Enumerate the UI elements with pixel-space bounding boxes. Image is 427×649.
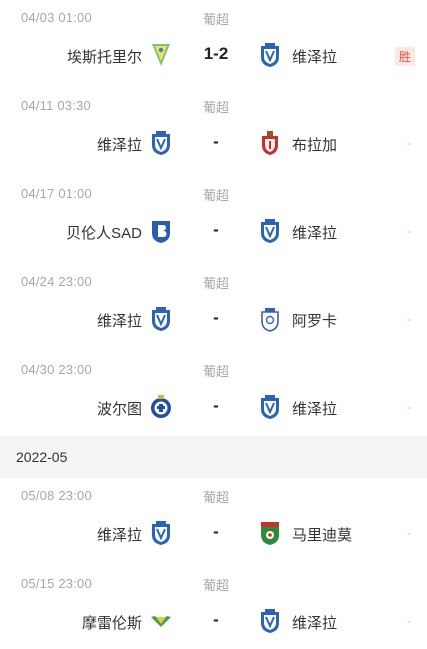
- arouca-crest-icon: [259, 306, 281, 332]
- match-row[interactable]: 04/24 23:00 葡超 维泽拉 - 阿罗卡 -: [0, 264, 427, 352]
- match-row[interactable]: 04/30 23:00 葡超 波尔图 - 维泽拉 -: [0, 352, 427, 440]
- vizela-crest-icon: [259, 608, 281, 634]
- match-league: 葡超: [203, 578, 230, 593]
- away-team-name[interactable]: 维泽拉: [292, 222, 337, 243]
- vizela-crest-icon: [150, 520, 172, 546]
- away-team-name[interactable]: 维泽拉: [292, 398, 337, 419]
- match-league: 葡超: [203, 490, 230, 505]
- match-score: -: [213, 396, 219, 415]
- away-team-name[interactable]: 布拉加: [292, 134, 337, 155]
- moreirense-crest-icon: [150, 608, 172, 634]
- porto-crest-icon: [150, 394, 172, 420]
- away-team-name[interactable]: 马里迪莫: [292, 524, 352, 545]
- result-badge-win: 胜: [394, 47, 415, 66]
- match-date: 04/03 01:00: [21, 10, 92, 25]
- match-row[interactable]: 05/15 23:00 葡超 摩雷伦斯 - 维泽拉 -: [0, 566, 427, 649]
- home-team-name[interactable]: 摩雷伦斯: [82, 612, 142, 633]
- away-team-name[interactable]: 阿罗卡: [292, 310, 337, 331]
- match-date: 05/08 23:00: [21, 488, 92, 503]
- match-league: 葡超: [203, 12, 230, 27]
- match-row[interactable]: 05/08 23:00 葡超 维泽拉 - 马里迪莫 -: [0, 478, 427, 566]
- match-league: 葡超: [203, 276, 230, 291]
- away-team-name[interactable]: 维泽拉: [292, 46, 337, 67]
- maritimo-crest-icon: [259, 520, 281, 546]
- home-team-name[interactable]: 维泽拉: [97, 134, 142, 155]
- match-row[interactable]: 04/17 01:00 葡超 贝伦人SAD - 维泽拉 -: [0, 176, 427, 264]
- match-date: 05/15 23:00: [21, 576, 92, 591]
- home-team-name[interactable]: 维泽拉: [97, 524, 142, 545]
- result-placeholder: -: [407, 312, 411, 326]
- result-placeholder: -: [407, 614, 411, 628]
- match-league: 葡超: [203, 100, 230, 115]
- result-placeholder: -: [407, 400, 411, 414]
- match-score: -: [213, 220, 219, 239]
- match-score: -: [213, 522, 219, 541]
- braga-crest-icon: [259, 130, 281, 156]
- belenenses-crest-icon: [150, 218, 172, 244]
- match-score: -: [213, 132, 219, 151]
- vizela-crest-icon: [150, 306, 172, 332]
- vizela-crest-icon: [259, 394, 281, 420]
- match-score: 1-2: [203, 44, 229, 63]
- match-date: 04/11 03:30: [21, 98, 91, 113]
- match-date: 04/17 01:00: [21, 186, 92, 201]
- estoril-crest-icon: [150, 42, 172, 68]
- match-league: 葡超: [203, 188, 230, 203]
- match-league: 葡超: [203, 364, 230, 379]
- result-placeholder: -: [407, 526, 411, 540]
- match-date: 04/24 23:00: [21, 274, 92, 289]
- match-score: -: [213, 308, 219, 327]
- vizela-crest-icon: [259, 42, 281, 68]
- match-row[interactable]: 04/03 01:00 葡超 埃斯托里尔 1-2 维泽拉 胜: [0, 0, 427, 88]
- home-team-name[interactable]: 维泽拉: [97, 310, 142, 331]
- vizela-crest-icon: [259, 218, 281, 244]
- match-date: 04/30 23:00: [21, 362, 92, 377]
- month-section-header: 2022-05: [0, 436, 427, 478]
- month-label: 2022-05: [16, 449, 68, 465]
- match-row[interactable]: 04/11 03:30 葡超 维泽拉 - 布拉加 -: [0, 88, 427, 176]
- vizela-crest-icon: [150, 130, 172, 156]
- result-placeholder: -: [407, 136, 411, 150]
- home-team-name[interactable]: 波尔图: [97, 398, 142, 419]
- match-score: -: [213, 610, 219, 629]
- home-team-name[interactable]: 埃斯托里尔: [67, 46, 142, 67]
- home-team-name[interactable]: 贝伦人SAD: [66, 222, 142, 243]
- away-team-name[interactable]: 维泽拉: [292, 612, 337, 633]
- result-placeholder: -: [407, 224, 411, 238]
